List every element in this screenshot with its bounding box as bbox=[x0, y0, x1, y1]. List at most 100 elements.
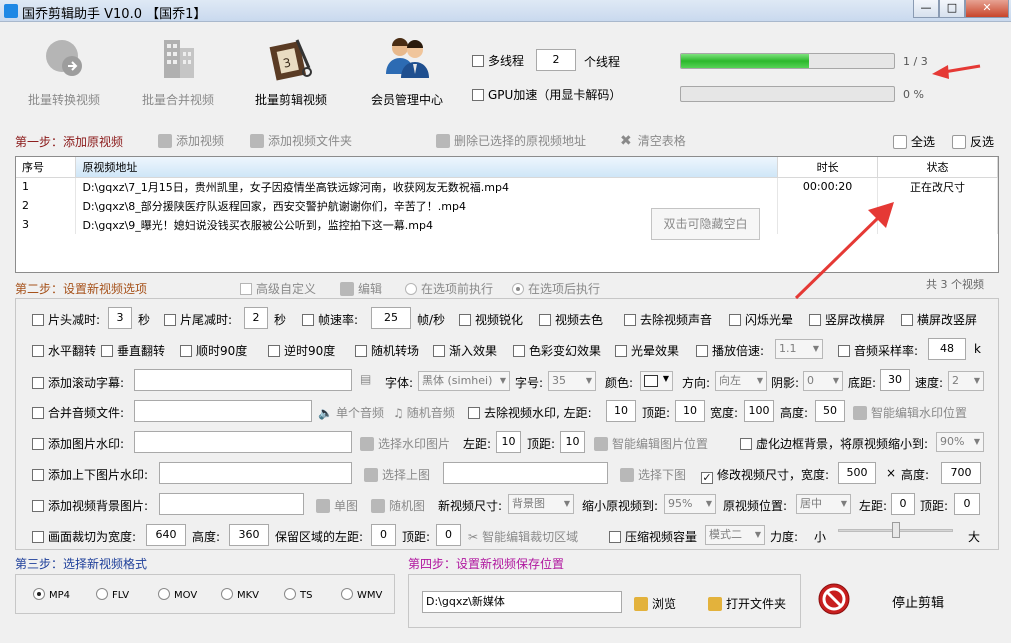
flash-checkbox[interactable]: 闪烁光晕 bbox=[729, 311, 793, 328]
add-video-button[interactable]: 添加视频 bbox=[158, 132, 224, 149]
keep-top-input[interactable]: 0 bbox=[436, 524, 461, 546]
tail-cut-checkbox[interactable]: 片尾减时: bbox=[164, 311, 232, 328]
compress-checkbox[interactable]: 压缩视频容量 bbox=[609, 528, 697, 545]
choose-bottom-image-button[interactable]: 选择下图 bbox=[620, 466, 686, 483]
checkbox[interactable] bbox=[809, 314, 821, 326]
run-before-radio[interactable]: 在选项前执行 bbox=[405, 280, 493, 297]
table-row[interactable]: 2 D:\gqxz\8_部分援陕医疗队返程回家，西安交警护航谢谢你们，辛苦了！.m… bbox=[16, 196, 998, 215]
random-image-button[interactable]: 随机图 bbox=[371, 497, 425, 514]
text-style-icon[interactable]: ▤ bbox=[360, 372, 371, 386]
format-ts-radio[interactable]: TS bbox=[284, 588, 312, 601]
new-size-select[interactable]: 背景图 ▼ bbox=[508, 494, 574, 514]
scroll-text-checkbox[interactable]: 添加滚动字幕: bbox=[32, 374, 124, 391]
scroll-speed-select[interactable]: 2 ▼ bbox=[948, 371, 984, 391]
format-mp4-radio[interactable]: MP4 bbox=[33, 588, 70, 601]
scroll-text-input[interactable] bbox=[134, 369, 352, 391]
speed-select[interactable]: 1.1 ▼ bbox=[775, 339, 823, 359]
checkbox[interactable] bbox=[32, 377, 44, 389]
speed-checkbox[interactable]: 播放倍速: bbox=[696, 342, 764, 359]
hide-blank-tooltip[interactable]: 双击可隐藏空白 bbox=[651, 208, 760, 240]
checkbox[interactable] bbox=[468, 407, 480, 419]
radio[interactable] bbox=[284, 588, 296, 600]
background-image-input[interactable] bbox=[159, 493, 304, 515]
checkbox[interactable] bbox=[615, 345, 627, 357]
fade-in-checkbox[interactable]: 渐入效果 bbox=[433, 342, 497, 359]
resize-width-input[interactable]: 500 bbox=[838, 462, 876, 484]
col-index[interactable]: 序号 bbox=[16, 157, 77, 178]
checkbox[interactable] bbox=[729, 314, 741, 326]
open-folder-button[interactable]: 打开文件夹 bbox=[708, 595, 786, 612]
checkbox[interactable] bbox=[459, 314, 471, 326]
radio[interactable] bbox=[512, 283, 524, 295]
col-path[interactable]: 原视频地址 bbox=[75, 157, 779, 178]
smart-image-button[interactable]: 智能编辑图片位置 bbox=[594, 435, 708, 452]
bg-top-input[interactable]: 0 bbox=[954, 493, 980, 515]
blur-scale-select[interactable]: 90% ▼ bbox=[936, 432, 984, 452]
radio[interactable] bbox=[158, 588, 170, 600]
checkbox[interactable] bbox=[32, 531, 44, 543]
background-image-checkbox[interactable]: 添加视频背景图片: bbox=[32, 497, 148, 514]
font-select[interactable]: 黑体 (simhei) ▼ bbox=[418, 371, 510, 391]
horizontal-to-vertical-checkbox[interactable]: 横屏改竖屏 bbox=[901, 311, 977, 328]
select-all-button[interactable]: 全选 bbox=[893, 133, 935, 150]
strength-slider[interactable] bbox=[838, 520, 953, 540]
smart-crop-button[interactable]: ✂ 智能编辑裁切区域 bbox=[468, 528, 578, 545]
format-mkv-radio[interactable]: MKV bbox=[221, 588, 259, 601]
advanced-custom-checkbox[interactable]: 高级自定义 bbox=[240, 280, 316, 297]
smart-watermark-button[interactable]: 智能编辑水印位置 bbox=[853, 404, 967, 421]
remove-watermark-checkbox[interactable]: 去除视频水印, 左距: bbox=[468, 404, 592, 421]
checkbox[interactable] bbox=[433, 345, 445, 357]
wm-width-input[interactable]: 100 bbox=[744, 400, 774, 422]
checkbox[interactable] bbox=[32, 407, 44, 419]
single-audio-button[interactable]: 🔈 单个音频 bbox=[318, 404, 384, 421]
fps-input[interactable]: 25 bbox=[371, 307, 411, 329]
invert-selection-button[interactable]: 反选 bbox=[952, 133, 994, 150]
merge-audio-checkbox[interactable]: 合并音频文件: bbox=[32, 404, 124, 421]
radio[interactable] bbox=[96, 588, 108, 600]
blur-border-checkbox[interactable]: 虚化边框背景，将原视频缩小到: bbox=[740, 435, 928, 452]
vertical-to-horizontal-checkbox[interactable]: 竖屏改横屏 bbox=[809, 311, 885, 328]
crop-checkbox[interactable]: 画面裁切为宽度: bbox=[32, 528, 136, 545]
format-flv-radio[interactable]: FLV bbox=[96, 588, 129, 601]
save-path-input[interactable]: D:\gqxz\新媒体 bbox=[422, 591, 622, 613]
radio[interactable] bbox=[221, 588, 233, 600]
checkbox[interactable] bbox=[32, 500, 44, 512]
stop-button-icon-wrap[interactable] bbox=[818, 583, 850, 615]
col-duration[interactable]: 时长 bbox=[777, 157, 879, 178]
radio[interactable] bbox=[405, 283, 417, 295]
run-after-radio[interactable]: 在选项后执行 bbox=[512, 280, 600, 297]
checkbox-checked[interactable] bbox=[701, 472, 713, 484]
checkbox[interactable] bbox=[609, 531, 621, 543]
stop-editing-button[interactable]: 停止剪辑 bbox=[892, 592, 944, 611]
video-table[interactable]: 序号 原视频地址 时长 状态 1 D:\gqxz\7_1月15日，贵州凯里，女子因… bbox=[15, 156, 999, 273]
wm-left-input[interactable]: 10 bbox=[606, 400, 636, 422]
thread-count-input[interactable]: 2 bbox=[536, 49, 576, 71]
checkbox[interactable] bbox=[740, 438, 752, 450]
mute-checkbox[interactable]: 去除视频声音 bbox=[624, 311, 712, 328]
image-watermark-input[interactable] bbox=[134, 431, 352, 453]
radio-selected[interactable] bbox=[33, 588, 45, 600]
img-top-input[interactable]: 10 bbox=[560, 431, 585, 453]
shadow-select[interactable]: 0 ▼ bbox=[803, 371, 843, 391]
close-button[interactable]: ✕ bbox=[965, 0, 1009, 18]
checkbox[interactable] bbox=[32, 469, 44, 481]
original-position-select[interactable]: 居中 ▼ bbox=[796, 494, 851, 514]
samplerate-input[interactable]: 48 bbox=[928, 338, 966, 360]
checkbox[interactable] bbox=[240, 283, 252, 295]
toolbar-members-button[interactable]: 会员管理中心 bbox=[368, 34, 446, 108]
top-image-input[interactable] bbox=[159, 462, 352, 484]
bottom-margin-input[interactable]: 30 bbox=[880, 369, 910, 391]
color-effect-checkbox[interactable]: 色彩变幻效果 bbox=[513, 342, 601, 359]
delete-selected-button[interactable]: 删除已选择的原视频地址 bbox=[436, 132, 586, 149]
checkbox[interactable] bbox=[472, 89, 484, 101]
shrink-select[interactable]: 95% ▼ bbox=[664, 494, 716, 514]
choose-watermark-button[interactable]: 选择水印图片 bbox=[360, 435, 450, 452]
format-mov-radio[interactable]: MOV bbox=[158, 588, 197, 601]
vflip-checkbox[interactable]: 垂直翻转 bbox=[101, 342, 165, 359]
bottom-image-input[interactable] bbox=[443, 462, 608, 484]
rotate-cw-checkbox[interactable]: 顺时90度 bbox=[180, 342, 247, 359]
hflip-checkbox[interactable]: 水平翻转 bbox=[32, 342, 96, 359]
checkbox[interactable] bbox=[180, 345, 192, 357]
table-row[interactable]: 3 D:\gqxz\9_曝光！媳妇说没钱买衣服被公公听到，监控拍下这一幕.mp4 bbox=[16, 215, 998, 234]
toolbar-convert-button[interactable]: 批量转换视频 bbox=[26, 34, 102, 108]
